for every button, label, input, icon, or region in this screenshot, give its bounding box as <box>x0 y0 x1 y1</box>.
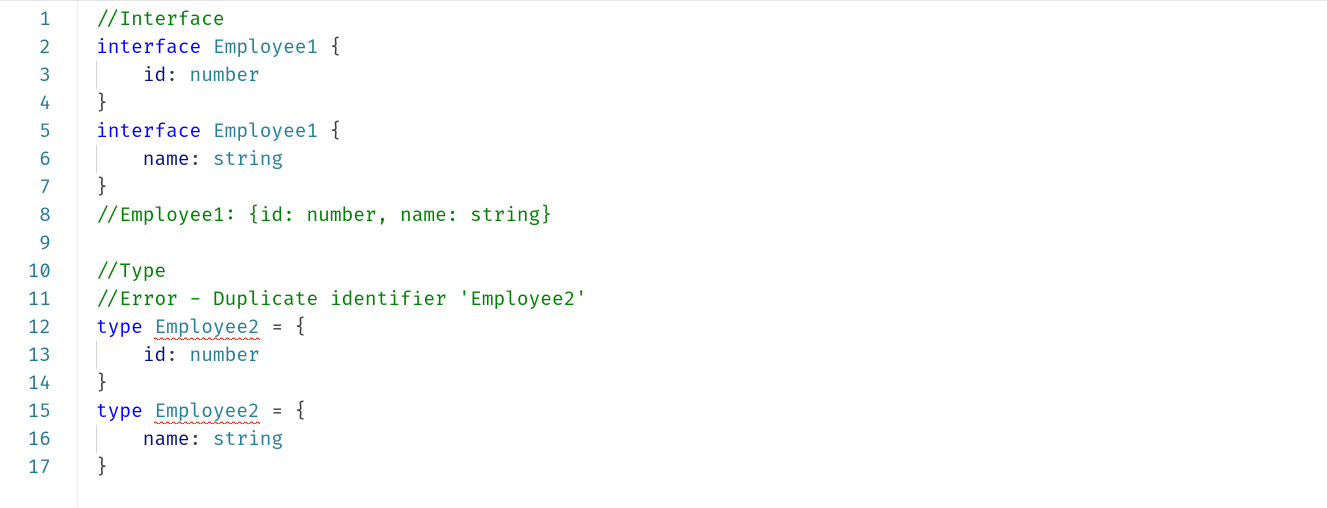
line-number: 3 <box>0 61 77 89</box>
line-number: 6 <box>0 145 77 173</box>
code-line[interactable] <box>96 229 1327 257</box>
line-number: 15 <box>0 397 77 425</box>
code-line[interactable]: type Employee2 = { <box>96 397 1327 425</box>
token-punct: : <box>190 147 213 171</box>
token-punct: } <box>96 175 108 199</box>
line-number: 1 <box>0 5 77 33</box>
code-editor[interactable]: 1234567891011121314151617 //Interfaceint… <box>0 0 1327 508</box>
indent-guide <box>96 341 97 369</box>
code-line[interactable]: } <box>96 369 1327 397</box>
code-line[interactable]: name: string <box>96 425 1327 453</box>
token-punct: : <box>166 343 189 367</box>
token-prop: name <box>143 427 190 451</box>
token-prop: name <box>143 147 190 171</box>
code-line[interactable]: //Error - Duplicate identifier 'Employee… <box>96 285 1327 313</box>
token-punct: } <box>96 371 108 395</box>
line-number: 5 <box>0 117 77 145</box>
token-type: number <box>190 63 260 87</box>
token-keyword: type <box>96 399 143 423</box>
line-number: 4 <box>0 89 77 117</box>
code-area[interactable]: //Interfaceinterface Employee1 {id: numb… <box>78 1 1327 508</box>
token-punct: : <box>190 427 213 451</box>
token-keyword: type <box>96 315 143 339</box>
code-line[interactable]: //Type <box>96 257 1327 285</box>
code-line[interactable]: name: string <box>96 145 1327 173</box>
code-line[interactable]: interface Employee1 { <box>96 33 1327 61</box>
token-punct: = { <box>260 399 307 423</box>
line-number: 17 <box>0 453 77 481</box>
line-number: 7 <box>0 173 77 201</box>
token-punct <box>201 119 213 143</box>
token-comment: //Type <box>96 259 166 283</box>
token-keyword: interface <box>96 119 201 143</box>
code-line[interactable]: id: number <box>96 61 1327 89</box>
token-punct: } <box>96 455 108 479</box>
token-punct: : <box>166 63 189 87</box>
line-number: 9 <box>0 229 77 257</box>
error-token: Employee2 <box>154 399 259 424</box>
code-line[interactable]: } <box>96 173 1327 201</box>
code-line[interactable]: //Employee1: {id: number, name: string} <box>96 201 1327 229</box>
line-number: 11 <box>0 285 77 313</box>
code-line[interactable]: //Interface <box>96 5 1327 33</box>
line-number: 8 <box>0 201 77 229</box>
token-comment: //Employee1: {id: number, name: string} <box>96 203 552 227</box>
indent-guide <box>96 425 97 453</box>
line-number: 13 <box>0 341 77 369</box>
token-prop: id <box>143 63 166 87</box>
token-punct <box>143 315 155 339</box>
token-punct: } <box>96 91 108 115</box>
token-punct <box>201 35 213 59</box>
indent-guide <box>96 145 97 173</box>
line-number: 12 <box>0 313 77 341</box>
token-type: string <box>213 427 283 451</box>
line-number: 2 <box>0 33 77 61</box>
token-type: number <box>190 343 260 367</box>
token-punct: { <box>318 119 341 143</box>
line-number-gutter: 1234567891011121314151617 <box>0 1 78 508</box>
code-line[interactable]: } <box>96 89 1327 117</box>
code-line[interactable]: interface Employee1 { <box>96 117 1327 145</box>
indent-guide <box>96 61 97 89</box>
code-line[interactable]: type Employee2 = { <box>96 313 1327 341</box>
token-comment: //Error - Duplicate identifier 'Employee… <box>96 287 587 311</box>
token-punct <box>143 399 155 423</box>
line-number: 16 <box>0 425 77 453</box>
token-type: Employee1 <box>213 35 318 59</box>
token-punct: = { <box>260 315 307 339</box>
code-line[interactable]: id: number <box>96 341 1327 369</box>
token-punct: { <box>318 35 341 59</box>
token-comment: //Interface <box>96 7 225 31</box>
token-type: Employee1 <box>213 119 318 143</box>
error-token: Employee2 <box>154 315 259 340</box>
token-prop: id <box>143 343 166 367</box>
code-line[interactable]: } <box>96 453 1327 481</box>
line-number: 14 <box>0 369 77 397</box>
token-keyword: interface <box>96 35 201 59</box>
line-number: 10 <box>0 257 77 285</box>
token-type: string <box>213 147 283 171</box>
